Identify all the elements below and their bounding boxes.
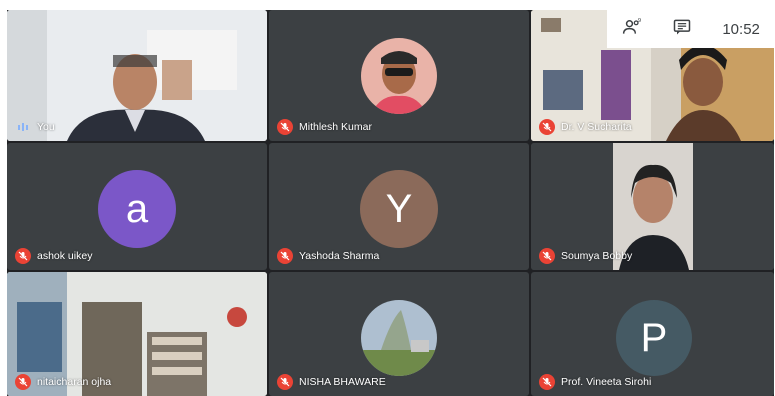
participant-name-yashoda-sharma: Yashoda Sharma bbox=[277, 248, 379, 264]
participant-name-dr-v-sucharita: Dr. V Sucharita bbox=[539, 119, 632, 135]
mic-off-icon bbox=[15, 248, 31, 264]
mic-off-icon bbox=[539, 248, 555, 264]
tile-prof-vineeta-sirohi[interactable]: P Prof. Vineeta Sirohi bbox=[531, 272, 774, 396]
tile-yashoda-sharma[interactable]: Y Yashoda Sharma bbox=[269, 143, 529, 270]
mic-off-icon bbox=[539, 374, 555, 390]
participant-name-soumya-bobby: Soumya Bobby bbox=[539, 248, 632, 264]
svg-text:9: 9 bbox=[638, 18, 641, 24]
mic-off-icon bbox=[15, 374, 31, 390]
participant-name-nisha-bhaware: NISHA BHAWARE bbox=[277, 374, 386, 390]
mic-off-icon bbox=[277, 248, 293, 264]
tile-ashok-uikey[interactable]: a ashok uikey bbox=[7, 143, 267, 270]
tile-you[interactable]: You bbox=[7, 10, 267, 141]
participant-name-nitaicharan-ojha: nitaicharan ojha bbox=[15, 374, 111, 390]
participant-name-ashok-uikey: ashok uikey bbox=[15, 248, 92, 264]
meeting-clock: 10:52 bbox=[722, 20, 760, 38]
tile-mithlesh-kumar[interactable]: Mithlesh Kumar bbox=[269, 10, 529, 141]
chat-icon[interactable] bbox=[672, 17, 692, 42]
audio-level-icon bbox=[15, 119, 31, 135]
mic-off-icon bbox=[539, 119, 555, 135]
letter-avatar: Y bbox=[360, 170, 438, 248]
participant-name-you: You bbox=[15, 119, 55, 135]
mic-off-icon bbox=[277, 374, 293, 390]
letter-avatar: a bbox=[98, 170, 176, 248]
tile-nitaicharan-ojha[interactable]: nitaicharan ojha bbox=[7, 272, 267, 396]
tile-soumya-bobby[interactable]: Soumya Bobby bbox=[531, 143, 774, 270]
mic-off-icon bbox=[277, 119, 293, 135]
profile-photo bbox=[361, 300, 437, 376]
meeting-topbar: 9 10:52 bbox=[607, 10, 775, 48]
participant-name-mithlesh-kumar: Mithlesh Kumar bbox=[277, 119, 372, 135]
tile-nisha-bhaware[interactable]: NISHA BHAWARE bbox=[269, 272, 529, 396]
participant-name-prof-vineeta-sirohi: Prof. Vineeta Sirohi bbox=[539, 374, 651, 390]
profile-photo bbox=[361, 38, 437, 114]
participant-grid: You Mithlesh Kumar Dr. V Sucharita a ash… bbox=[7, 10, 774, 396]
people-icon[interactable]: 9 bbox=[622, 17, 642, 42]
letter-avatar: P bbox=[616, 300, 692, 376]
